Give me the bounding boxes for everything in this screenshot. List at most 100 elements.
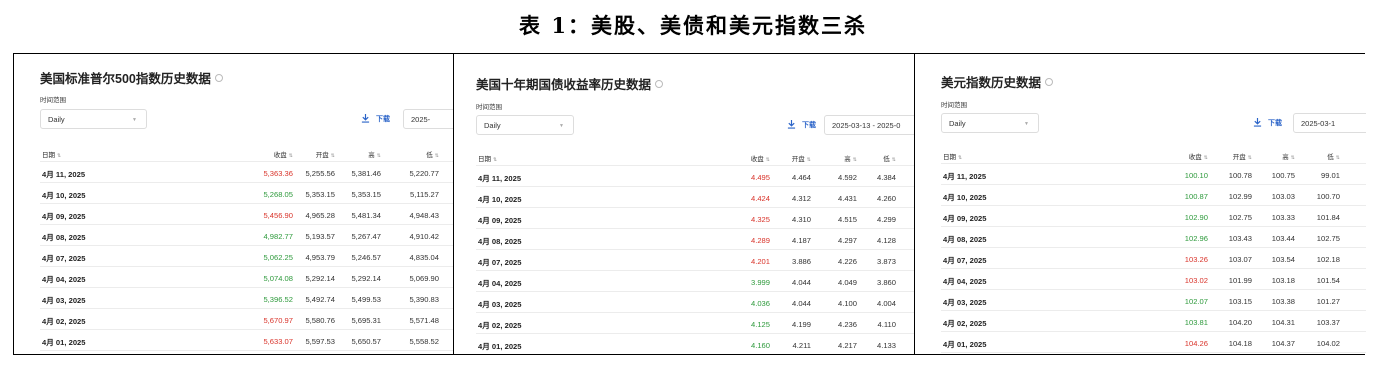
interval-select[interactable]: Daily ▼ [476,115,574,135]
low-cell: 5,390.83 [409,295,439,304]
info-icon[interactable] [655,80,664,88]
download-button[interactable]: 下载 [361,114,390,124]
interval-select[interactable]: Daily ▼ [941,113,1039,133]
table-row[interactable]: 4月 02, 2025 5,670.97 5,580.76 5,695.31 5,571… [40,309,453,330]
table-row[interactable]: 4月 09, 2025 4.325 4.310 4.515 4.299 [476,208,914,229]
download-button[interactable]: 下载 [1253,118,1282,128]
date-cell: 4月 03, 2025 [42,296,86,305]
col-open-label: 开盘 [1232,154,1246,161]
col-date[interactable]: 日期 ⇅ [478,153,497,163]
table-row[interactable]: 4月 08, 2025 102.96 103.43 103.44 102.75 [941,227,1366,248]
col-low[interactable]: 低 ⇅ [426,149,439,159]
sort-icon: ⇅ [806,157,811,163]
table-row[interactable]: 4月 10, 2025 4.424 4.312 4.431 4.260 [476,187,914,208]
close-cell: 5,456.90 [263,211,293,220]
info-icon[interactable] [214,74,223,82]
close-cell: 4.325 [750,215,770,224]
range-label: 时间范围 [476,104,502,111]
open-cell: 5,255.56 [305,169,335,178]
low-cell: 101.54 [1316,276,1340,285]
low-cell: 4.004 [876,299,896,308]
col-open[interactable]: 开盘 ⇅ [1233,151,1252,161]
sort-icon: ⇅ [1247,155,1252,161]
open-cell: 103.07 [1228,255,1252,264]
col-date-label: 日期 [42,152,55,159]
close-cell: 5,633.07 [263,337,293,346]
close-cell: 4.201 [750,257,770,266]
dxy-title: 美元指数历史数据 [941,72,1054,91]
col-open[interactable]: 开盘 ⇅ [316,149,335,159]
interval-select[interactable]: Daily ▼ [40,109,147,129]
table-header: 日期 ⇅ 收盘 ⇅ 开盘 ⇅ 高 ⇅ 低 ⇅ [40,144,453,162]
col-low[interactable]: 低 ⇅ [1327,151,1340,161]
table-row[interactable]: 4月 11, 2025 4.495 4.464 4.592 4.384 [476,166,914,187]
col-close[interactable]: 收盘 ⇅ [1189,151,1208,161]
col-high-label: 高 [844,156,851,163]
table-row[interactable]: 4月 09, 2025 102.90 102.75 103.33 101.84 [941,206,1366,227]
chevron-down-icon: ▼ [132,117,137,123]
col-open[interactable]: 开盘 ⇅ [792,153,811,163]
date-range-picker[interactable]: 2025-03-13 - 2025-0 [824,115,914,135]
low-cell: 4.128 [876,236,896,245]
table-row[interactable]: 4月 04, 2025 103.02 101.99 103.18 101.54 [941,269,1366,290]
col-close[interactable]: 收盘 ⇅ [274,149,293,159]
close-cell: 5,670.97 [263,316,293,325]
table-row[interactable]: 4月 04, 2025 3.999 4.044 4.049 3.860 [476,271,914,292]
table-row[interactable]: 4月 08, 2025 4.289 4.187 4.297 4.128 [476,229,914,250]
download-button[interactable]: 下载 [787,120,816,130]
table-row[interactable]: 4月 01, 2025 4.160 4.211 4.217 4.133 [476,334,914,354]
close-cell: 5,074.08 [263,274,293,283]
col-high[interactable]: 高 ⇅ [1282,151,1295,161]
table-row[interactable]: 4月 10, 2025 5,268.05 5,353.15 5,353.15 5,115… [40,183,453,204]
open-cell: 4,965.28 [305,211,335,220]
high-cell: 5,481.34 [351,211,381,220]
col-low[interactable]: 低 ⇅ [883,153,896,163]
close-cell: 104.26 [1184,339,1208,348]
date-range-picker[interactable]: 2025-03-1 [1293,113,1366,133]
table-row[interactable]: 4月 07, 2025 103.26 103.07 103.54 102.18 [941,248,1366,269]
open-cell: 104.18 [1228,339,1252,348]
table-row[interactable]: 4月 02, 2025 103.81 104.20 104.31 103.37 [941,311,1366,332]
low-cell: 4,948.43 [409,211,439,220]
close-cell: 4.125 [750,320,770,329]
sort-icon: ⇅ [891,157,896,163]
download-icon [787,120,796,129]
table-row[interactable]: 4月 01, 2025 104.26 104.18 104.37 104.02 [941,332,1366,353]
col-high[interactable]: 高 ⇅ [368,149,381,159]
open-cell: 4.044 [791,278,811,287]
table-row[interactable]: 4月 03, 2025 5,396.52 5,492.74 5,499.53 5,390… [40,288,453,309]
table-row[interactable]: 4月 02, 2025 4.125 4.199 4.236 4.110 [476,313,914,334]
col-close[interactable]: 收盘 ⇅ [751,153,770,163]
high-cell: 5,381.46 [351,169,381,178]
open-cell: 4,953.79 [305,253,335,262]
sp500-table: 日期 ⇅ 收盘 ⇅ 开盘 ⇅ 高 ⇅ 低 ⇅ 4月 11, 2025 5,363.36 5,2… [40,144,453,351]
open-cell: 5,597.53 [305,337,335,346]
table-row[interactable]: 4月 11, 2025 5,363.36 5,255.56 5,381.46 5,220… [40,162,453,183]
open-cell: 4.211 [792,341,811,350]
col-high[interactable]: 高 ⇅ [844,153,857,163]
table-row[interactable]: 4月 10, 2025 100.87 102.99 103.03 100.70 [941,185,1366,206]
date-cell: 4月 08, 2025 [42,233,86,242]
high-cell: 103.03 [1271,192,1295,201]
date-range-value: 2025- [411,115,431,124]
us10y-title-text: 美国十年期国债收益率历史数据 [476,78,652,92]
col-date[interactable]: 日期 ⇅ [42,149,61,159]
table-row[interactable]: 4月 04, 2025 5,074.08 5,292.14 5,292.14 5,069… [40,267,453,288]
table-row[interactable]: 4月 11, 2025 100.10 100.78 100.75 99.01 [941,164,1366,185]
table-row[interactable]: 4月 01, 2025 5,633.07 5,597.53 5,650.57 5,558… [40,330,453,351]
close-cell: 103.02 [1184,276,1208,285]
table-row[interactable]: 4月 09, 2025 5,456.90 4,965.28 5,481.34 4,948… [40,204,453,225]
date-range-picker[interactable]: 2025- [403,109,453,129]
table-row[interactable]: 4月 08, 2025 4,982.77 5,193.57 5,267.47 4,910… [40,225,453,246]
table-row[interactable]: 4月 03, 2025 4.036 4.044 4.100 4.004 [476,292,914,313]
low-cell: 5,558.52 [409,337,439,346]
us10y-panel-inner: 美国十年期国债收益率历史数据 时间范围 Daily ▼ 下载 2025-03-13… [476,54,914,354]
open-cell: 5,580.76 [305,316,335,325]
table-row[interactable]: 4月 07, 2025 4.201 3.886 4.226 3.873 [476,250,914,271]
table-row[interactable]: 4月 03, 2025 102.07 103.15 103.38 101.27 [941,290,1366,311]
col-date[interactable]: 日期 ⇅ [943,151,962,161]
table-row[interactable]: 4月 07, 2025 5,062.25 4,953.79 5,246.57 4,835… [40,246,453,267]
high-cell: 5,695.31 [351,316,381,325]
high-cell: 5,353.15 [351,190,381,199]
info-icon[interactable] [1045,78,1054,86]
